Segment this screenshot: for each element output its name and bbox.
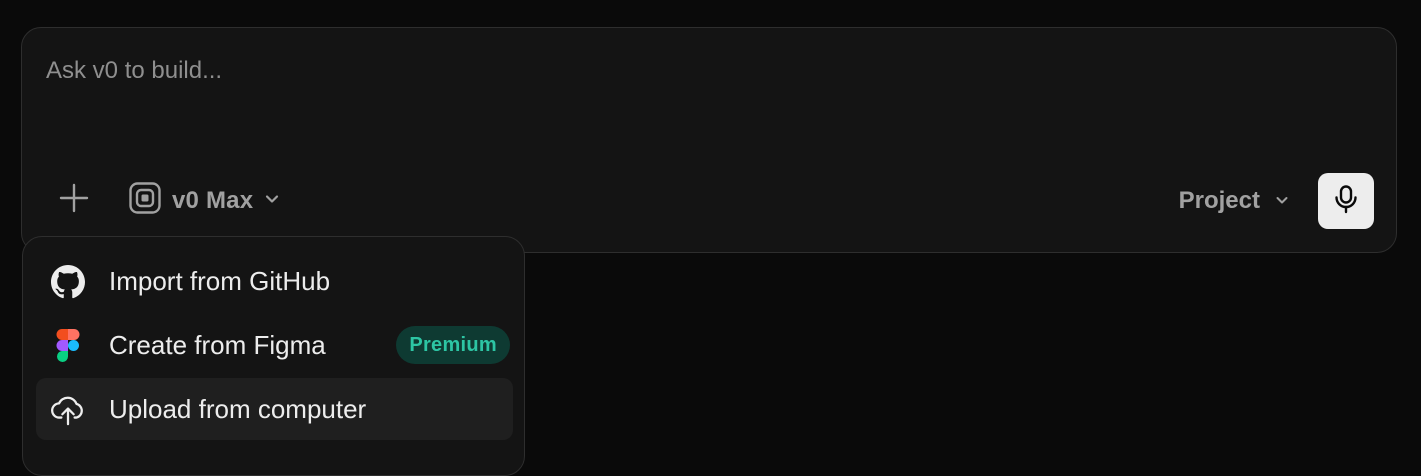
chevron-down-icon [263, 187, 281, 215]
add-button[interactable] [50, 176, 98, 224]
menu-item-label: Import from GitHub [109, 265, 331, 296]
model-chip-icon [128, 181, 162, 222]
premium-badge: Premium [396, 326, 510, 364]
menu-item-upload-computer[interactable]: Upload from computer [36, 378, 513, 440]
plus-icon [58, 182, 90, 219]
figma-icon [51, 329, 85, 363]
project-selector[interactable]: Project [1173, 180, 1296, 222]
cloud-upload-icon [51, 393, 85, 427]
menu-item-import-github[interactable]: Import from GitHub [36, 250, 513, 312]
project-label: Project [1178, 187, 1260, 214]
menu-item-create-figma[interactable]: Create from Figma Premium [36, 314, 513, 376]
menu-item-label: Create from Figma [109, 329, 326, 360]
chevron-down-icon [1274, 187, 1290, 215]
microphone-button[interactable] [1318, 173, 1374, 229]
microphone-icon [1331, 184, 1361, 219]
menu-item-label: Upload from computer [109, 393, 367, 424]
prompt-box: v0 Max Project [21, 27, 1397, 253]
prompt-input[interactable] [46, 56, 1366, 146]
model-selector[interactable]: v0 Max [122, 180, 287, 222]
github-icon [51, 265, 85, 299]
model-label: v0 Max [172, 187, 254, 214]
attachment-menu: Import from GitHub Create from Figma Pre… [22, 236, 525, 476]
